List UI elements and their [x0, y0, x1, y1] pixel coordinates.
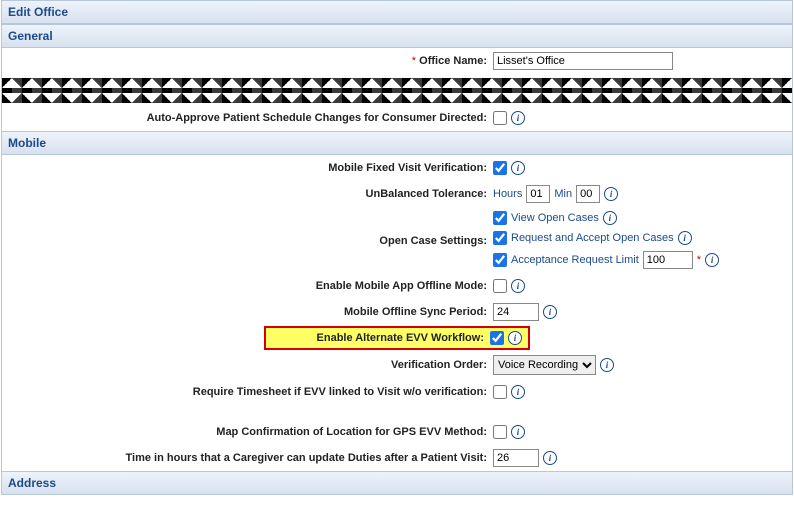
- view-open-cases-checkbox[interactable]: [493, 211, 507, 225]
- address-header: Address: [2, 471, 792, 494]
- info-icon[interactable]: i: [600, 358, 614, 372]
- alt-evv-checkbox[interactable]: [490, 331, 504, 345]
- info-icon[interactable]: i: [705, 253, 719, 267]
- required-asterisk: *: [697, 254, 701, 266]
- acceptance-limit-text: Acceptance Request Limit: [511, 254, 639, 266]
- min-label: Min: [554, 188, 572, 200]
- acceptance-limit-checkbox[interactable]: [493, 253, 507, 267]
- office-name-label: * Office Name:: [8, 55, 493, 67]
- office-name-input[interactable]: [493, 52, 673, 70]
- info-icon[interactable]: i: [543, 305, 557, 319]
- hours-label: Hours: [493, 188, 522, 200]
- info-icon[interactable]: i: [678, 231, 692, 245]
- view-open-cases-text: View Open Cases: [511, 212, 599, 224]
- map-confirm-label: Map Confirmation of Location for GPS EVV…: [8, 426, 493, 438]
- fixed-visit-checkbox[interactable]: [493, 161, 507, 175]
- required-asterisk: *: [412, 55, 416, 67]
- request-accept-text: Request and Accept Open Cases: [511, 232, 674, 244]
- info-icon[interactable]: i: [511, 279, 525, 293]
- info-icon[interactable]: i: [511, 385, 525, 399]
- info-icon[interactable]: i: [603, 211, 617, 225]
- verification-order-select[interactable]: Voice Recording: [493, 355, 596, 375]
- verification-order-label: Verification Order:: [8, 359, 493, 371]
- auto-approve-checkbox[interactable]: [493, 111, 507, 125]
- info-icon[interactable]: i: [604, 187, 618, 201]
- min-input[interactable]: [576, 185, 600, 203]
- require-timesheet-checkbox[interactable]: [493, 385, 507, 399]
- offline-sync-label: Mobile Offline Sync Period:: [8, 306, 493, 318]
- content-break-indicator: [2, 78, 792, 103]
- edit-office-header: Edit Office: [2, 1, 792, 24]
- offline-mode-label: Enable Mobile App Offline Mode:: [8, 280, 493, 292]
- mobile-header: Mobile: [2, 131, 792, 155]
- info-icon[interactable]: i: [508, 331, 522, 345]
- hours-input[interactable]: [526, 185, 550, 203]
- alt-evv-highlight: Enable Alternate EVV Workflow: i: [264, 326, 530, 350]
- general-header: General: [2, 24, 792, 48]
- map-confirm-checkbox[interactable]: [493, 425, 507, 439]
- offline-sync-input[interactable]: [493, 303, 539, 321]
- auto-approve-label: Auto-Approve Patient Schedule Changes fo…: [8, 112, 493, 124]
- caregiver-update-input[interactable]: [493, 449, 539, 467]
- info-icon[interactable]: i: [511, 161, 525, 175]
- request-accept-checkbox[interactable]: [493, 231, 507, 245]
- unbalanced-tolerance-label: UnBalanced Tolerance:: [8, 188, 493, 200]
- caregiver-update-label: Time in hours that a Caregiver can updat…: [8, 452, 493, 464]
- info-icon[interactable]: i: [511, 425, 525, 439]
- acceptance-limit-input[interactable]: [643, 251, 693, 269]
- offline-mode-checkbox[interactable]: [493, 279, 507, 293]
- info-icon[interactable]: i: [543, 451, 557, 465]
- require-timesheet-label: Require Timesheet if EVV linked to Visit…: [8, 386, 493, 398]
- fixed-visit-label: Mobile Fixed Visit Verification:: [8, 162, 493, 174]
- info-icon[interactable]: i: [511, 111, 525, 125]
- alt-evv-label: Enable Alternate EVV Workflow:: [272, 332, 490, 344]
- open-case-settings-label: Open Case Settings:: [8, 211, 493, 247]
